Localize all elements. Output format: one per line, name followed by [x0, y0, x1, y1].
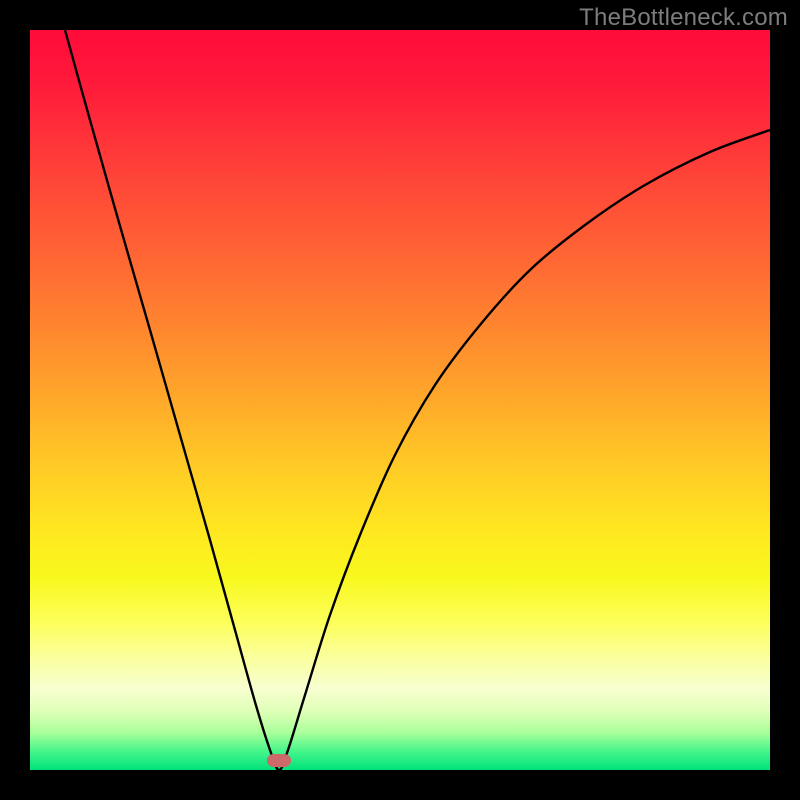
optimal-marker — [267, 754, 291, 767]
chart-frame — [30, 30, 770, 770]
watermark-text: TheBottleneck.com — [579, 4, 788, 32]
curve-path — [65, 30, 770, 770]
bottleneck-curve — [30, 30, 770, 770]
